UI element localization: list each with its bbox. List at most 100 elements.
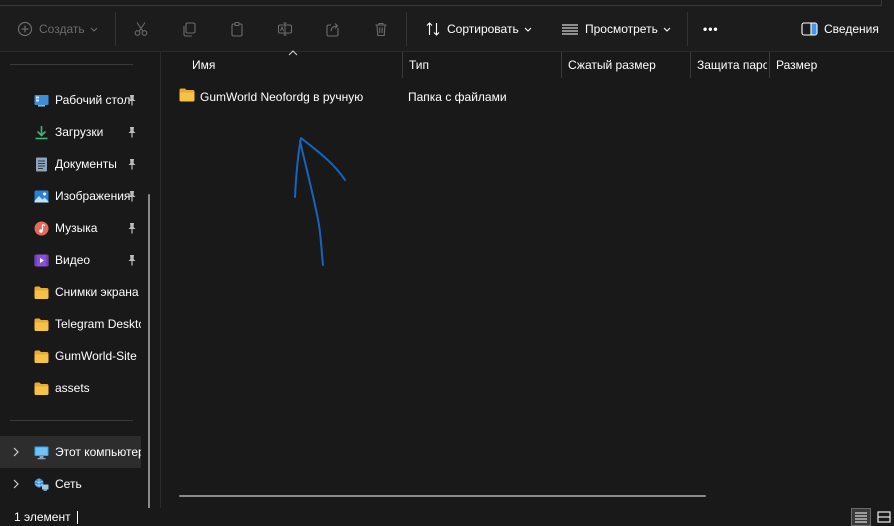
videos-icon [34,254,49,267]
file-list-pane: Имя Тип Сжатый размер Защита паролем Раз… [161,50,894,508]
column-header-label: Защита паролем [697,58,767,72]
pin-icon [128,127,136,138]
details-view-button[interactable] [851,508,871,526]
list-view-icon [562,24,578,35]
sidebar-item-music[interactable]: Музыка [0,212,148,244]
pin-icon [128,159,136,170]
sidebar-item-desktop[interactable]: Рабочий стол [0,84,148,116]
sidebar-item-downloads[interactable]: Загрузки [0,116,148,148]
sidebar-scrollbar[interactable] [148,194,150,510]
network-icon [34,478,49,491]
sidebar-item-label: GumWorld-Site [55,349,137,363]
status-bar: 1 элемент [0,508,894,526]
details-view-icon [855,512,867,523]
view-button[interactable]: Просмотреть [561,12,671,46]
column-header-protection[interactable]: Защита паролем [697,52,767,78]
folder-icon [34,350,49,363]
tiles-view-button[interactable] [874,508,894,526]
create-label: Создать [39,22,85,36]
clipboard-icon [231,21,243,37]
folder-icon [34,286,49,299]
trash-icon [375,22,387,37]
sort-button[interactable]: Сортировать [425,12,532,46]
downloads-icon [35,126,48,140]
plus-circle-icon [17,21,33,37]
sidebar-item-label: Telegram Desktop [55,317,141,331]
scissors-icon [134,22,148,36]
column-header-label: Размер [776,58,818,72]
sort-label: Сортировать [447,22,519,36]
details-pane-icon [801,22,818,36]
column-header-label: Тип [409,58,430,72]
column-header-type[interactable]: Тип [409,52,561,78]
delete-button[interactable] [373,12,389,46]
sidebar-divider [10,64,133,65]
column-header-label: Имя [192,58,216,72]
rename-icon [277,22,293,36]
chevron-right-icon[interactable] [11,479,21,489]
rename-button[interactable] [277,12,293,46]
column-divider[interactable] [561,52,562,78]
sidebar-item-this-pc[interactable]: Этот компьютер [0,436,141,468]
share-button[interactable] [325,12,341,46]
music-icon [34,221,49,236]
pin-icon [128,95,136,106]
copy-button[interactable] [181,12,197,46]
column-divider[interactable] [402,52,403,78]
column-header-compressed-size[interactable]: Сжатый размер [568,52,690,78]
column-divider[interactable] [769,52,770,78]
tiles-view-icon [877,511,891,523]
command-bar: Создать Сортировать Просмотреть ••• Свед… [0,0,894,52]
sidebar-item-gumworld-site[interactable]: GumWorld-Site [0,340,148,372]
computer-icon [34,446,49,460]
toolbar-separator [406,12,407,46]
column-divider[interactable] [690,52,691,78]
file-name: GumWorld Neofordg в ручную [200,90,364,104]
create-button[interactable]: Создать [17,12,98,46]
pin-icon [128,255,136,266]
share-icon [326,23,339,37]
sidebar-item-telegram[interactable]: Telegram Desktop [0,308,148,340]
sidebar-item-network[interactable]: Сеть [0,468,148,500]
sidebar-item-label: Снимки экрана [55,285,139,299]
navigation-pane: Рабочий стол Загрузки Документы Изображе… [0,52,160,510]
horizontal-scrollbar[interactable] [179,495,706,497]
details-button[interactable]: Сведения [801,12,879,46]
toolbar-separator [115,12,116,46]
column-header-size[interactable]: Размер [776,52,886,78]
sidebar-item-documents[interactable]: Документы [0,148,148,180]
sidebar-item-videos[interactable]: Видео [0,244,148,276]
folder-icon [34,382,49,395]
sidebar-item-assets[interactable]: assets [0,372,148,404]
folder-icon [179,88,195,102]
pin-icon [128,191,136,202]
pin-icon [128,223,136,234]
chevron-right-icon[interactable] [11,447,21,457]
sidebar-item-screenshots[interactable]: Снимки экрана [0,276,148,308]
cut-button[interactable] [133,12,149,46]
details-label: Сведения [824,22,879,36]
sidebar-item-pictures[interactable]: Изображения [0,180,148,212]
folder-icon [34,318,49,331]
column-header-label: Сжатый размер [568,58,656,72]
documents-icon [36,157,47,172]
sidebar-item-label: Этот компьютер [55,445,141,459]
file-row[interactable]: GumWorld Neofordg в ручную Папка с файла… [173,86,893,108]
item-count: 1 элемент [14,510,71,524]
paste-button[interactable] [229,12,245,46]
chevron-down-icon [524,27,532,32]
more-options-button[interactable]: ••• [703,12,719,46]
more-dots-icon: ••• [703,22,719,36]
chevron-down-icon [90,27,97,32]
sidebar-divider [10,420,133,421]
status-divider [77,511,78,524]
column-header-name[interactable]: Имя [192,52,402,78]
pictures-icon [34,190,49,203]
hand-drawn-arrow-annotation [294,137,346,266]
sidebar-item-label: Сеть [55,477,82,491]
toolbar-separator [687,12,688,46]
desktop-icon [34,95,49,107]
file-type: Папка с файлами [408,90,507,104]
sort-arrows-icon [426,22,440,36]
chevron-down-icon [663,27,671,32]
